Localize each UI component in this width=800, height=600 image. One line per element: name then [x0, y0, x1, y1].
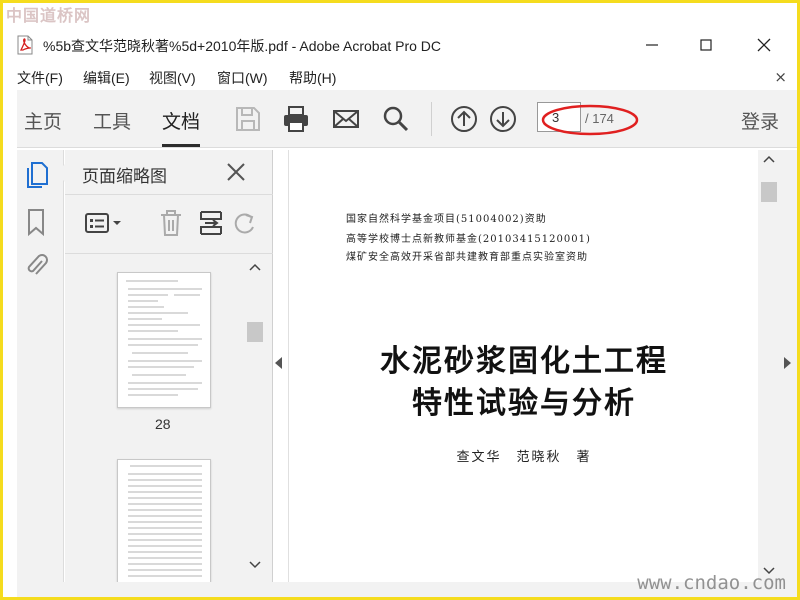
close-document-button[interactable]: ×: [774, 68, 787, 86]
funding-line: 国家自然科学基金项目(51004002)资助: [346, 214, 547, 225]
menu-edit[interactable]: 编辑(E): [83, 68, 130, 88]
book-title-line-2: 特性试验与分析: [412, 386, 636, 421]
title-bar: %5b查文华范晓秋著%5d+2010年版.pdf - Adobe Acrobat…: [3, 30, 797, 60]
tab-home[interactable]: 主页: [24, 107, 62, 134]
menu-window[interactable]: 窗口(W): [217, 68, 268, 88]
maximize-button[interactable]: [697, 36, 715, 54]
menu-view[interactable]: 视图(V): [149, 68, 196, 88]
tab-tools[interactable]: 工具: [93, 107, 131, 134]
close-panel-icon[interactable]: [225, 161, 247, 183]
thumbnail-content: [126, 280, 202, 396]
page-thumbnail[interactable]: [117, 272, 211, 408]
watermark-bottom: www.cndao.com: [637, 572, 786, 594]
login-button[interactable]: 登录: [741, 107, 779, 134]
thumbnail-scrollbar[interactable]: [243, 256, 267, 582]
menu-help[interactable]: 帮助(H): [289, 68, 336, 88]
email-icon[interactable]: [331, 104, 361, 134]
thumbnail-page-label: 28: [155, 416, 171, 432]
watermark-top: 中国道桥网: [6, 6, 92, 25]
panel-divider: [65, 194, 273, 195]
menu-file[interactable]: 文件(F): [17, 68, 63, 88]
book-title-line-1: 水泥砂浆固化土工程: [380, 344, 668, 379]
panel-pointer: [56, 164, 65, 182]
thumbnail-content: [128, 465, 202, 577]
search-icon[interactable]: [381, 104, 411, 134]
pdf-file-icon: [17, 35, 33, 55]
document-scrollbar[interactable]: [758, 150, 780, 582]
collapse-right-pane-button[interactable]: [784, 357, 791, 369]
thumbnail-panel: 页面缩略图 28: [56, 150, 273, 582]
window-title: %5b查文华范晓秋著%5d+2010年版.pdf - Adobe Acrobat…: [43, 38, 442, 54]
document-scrollbar-track: [761, 155, 777, 575]
menu-bar: 文件(F) 编辑(E) 视图(V) 窗口(W) 帮助(H) ×: [3, 64, 797, 88]
rotate-icon[interactable]: [233, 209, 259, 237]
toolbar: 主页 工具 文档 3 / 174 登录: [17, 90, 797, 148]
next-page-icon[interactable]: [488, 104, 518, 134]
funding-line: 高等学校博士点新教师基金(20103415120001): [346, 234, 591, 245]
page-thumbnail[interactable]: [117, 459, 211, 582]
tab-document[interactable]: 文档: [162, 107, 201, 147]
page-thumbnails-icon[interactable]: [23, 160, 49, 190]
attachment-icon[interactable]: [23, 250, 49, 280]
panel-divider-2: [65, 253, 273, 254]
highlight-circle: [541, 104, 639, 136]
page-options-icon[interactable]: [83, 209, 125, 237]
close-window-button[interactable]: [755, 36, 773, 54]
previous-page-icon[interactable]: [449, 104, 479, 134]
document-page: 国家自然科学基金项目(51004002)资助 高等学校博士点新教师基金(2010…: [288, 150, 758, 582]
funding-line: 煤矿安全高效开采省部共建教育部重点实验室资助: [346, 252, 588, 263]
navigation-rail: [17, 150, 64, 582]
save-icon[interactable]: [233, 104, 263, 134]
panel-title: 页面缩略图: [82, 167, 167, 187]
minimize-button[interactable]: [643, 36, 661, 54]
collapse-left-pane-button[interactable]: [275, 357, 282, 369]
book-authors: 查文华 范晓秋 著: [456, 450, 592, 465]
delete-icon[interactable]: [157, 209, 185, 237]
insert-page-icon[interactable]: [197, 209, 225, 237]
bookmark-icon[interactable]: [23, 207, 49, 237]
toolbar-divider: [431, 102, 432, 136]
print-icon[interactable]: [281, 104, 311, 134]
